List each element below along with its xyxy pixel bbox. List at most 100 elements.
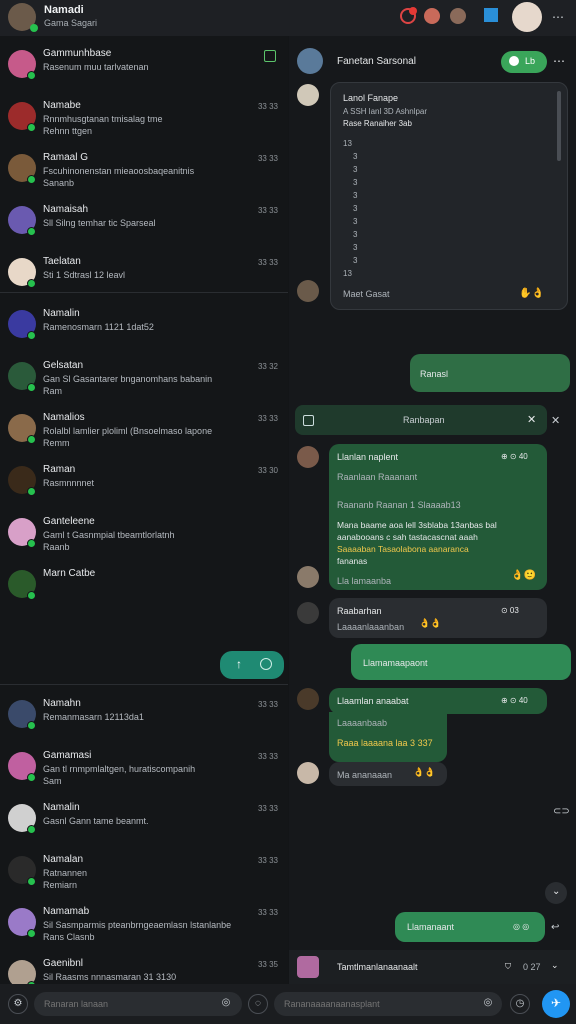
message-preview: Gasnl Gann tame beanmt. — [43, 816, 149, 826]
scroll-down-button[interactable]: ⌄ — [545, 882, 567, 904]
message-footer: Ma ananaaan — [337, 770, 393, 780]
chat-list-item[interactable]: Namabe Rnnmhusgtanan tmisalag tme Rehnn tt… — [0, 94, 288, 142]
contact-name: Gaenibnl — [43, 958, 84, 969]
chat-list-item[interactable]: Namalin Gasnl Gann tame beanmt. 33 33 — [0, 796, 288, 844]
timestamp: 33 33 — [257, 206, 278, 215]
message-title: Llaamlan anaabat — [337, 696, 409, 706]
timestamp: 33 33 — [257, 752, 278, 761]
message-preview: Rasenum muu tarlvatenan — [43, 62, 149, 72]
sender-avatar — [297, 602, 319, 624]
message-preview: Remiarn — [43, 880, 78, 890]
contact-name: Namamab — [43, 906, 90, 917]
message-preview: Remanmasarn 12113da1 — [43, 712, 144, 722]
incoming-message[interactable]: Ma ananaaan 👌👌 — [329, 762, 447, 786]
timestamp: 33 33 — [257, 258, 278, 267]
avatar[interactable] — [424, 8, 440, 24]
collapse-icon[interactable]: ✕ — [551, 414, 560, 427]
sender-avatar — [297, 84, 319, 106]
online-indicator — [27, 539, 36, 548]
message-preview: Rasmnnnnet — [43, 478, 95, 488]
close-icon[interactable]: ✕ — [527, 413, 536, 426]
chat-list-item[interactable]: Marn Catbe — [0, 562, 288, 610]
chat-list-item[interactable]: Namalin Ramenosmarn 1121 1dat52 — [0, 302, 288, 350]
filter-icon[interactable]: ◎ — [216, 994, 236, 1014]
divider — [0, 292, 288, 293]
chat-panel: Fanetan Sarsonal Lb ⋯ Lanol Fanape A SSH… — [289, 36, 576, 984]
outgoing-message[interactable]: Llamamaapaont — [351, 644, 571, 680]
message-text: aanabooans c sah tastacascnat aaah — [337, 532, 478, 542]
line-number: 13 — [343, 269, 352, 278]
chat-list-item[interactable]: Namamab Sil Sasmparmis pteanbrngeaemlasn … — [0, 900, 288, 948]
app-title: Namadi — [44, 4, 84, 16]
chat-list-item[interactable]: Ganteleene Gaml t Gasnmpial tbeamtlorlatn… — [0, 510, 288, 558]
chat-list-item[interactable]: Namalan Ratnannen Remiarn 33 33 — [0, 848, 288, 896]
timestamp: 33 35 — [257, 960, 278, 969]
chat-list-item[interactable]: Gammunhbase Rasenum muu tarlvatenan — [0, 42, 288, 90]
search-input[interactable] — [34, 992, 242, 1016]
online-indicator — [27, 383, 36, 392]
reaction-icon[interactable]: ✋👌 — [519, 288, 544, 299]
line-number: 3 — [353, 152, 358, 161]
compose-icon[interactable] — [484, 8, 498, 22]
message-text: Raaa laaaana laa 3 337 — [337, 738, 433, 748]
reaction-icon[interactable]: 👌🙂 — [511, 570, 536, 581]
more-options-icon[interactable]: ⋯ — [553, 54, 565, 68]
send-button[interactable]: ✈ — [542, 990, 570, 1018]
code-line: Rase Ranaiher 3ab — [343, 119, 412, 128]
attach-icon[interactable]: ◎ — [478, 994, 498, 1014]
contact-name: Taelatan — [43, 256, 81, 267]
chat-list-item[interactable]: Gamamasi Gan tl rnmpmlaltgen, huratiscomp… — [0, 744, 288, 792]
phone-icon — [509, 56, 519, 66]
online-indicator — [27, 279, 36, 288]
chevron-down-icon[interactable]: ⌄ — [551, 960, 559, 971]
contact-name: Ramaal G — [43, 152, 89, 163]
message-preview: Sam — [43, 776, 62, 786]
chat-list-item[interactable]: Ramaal G Fscuhinonenstan mieaoosbaqeanitn… — [0, 146, 288, 194]
outgoing-message[interactable]: Llamanaant ◎ ◎ — [395, 912, 545, 942]
incoming-message-card[interactable]: Llanlan naplent ⊕ ⊙ 40 Raanlaan Raaanant… — [329, 444, 547, 590]
message-title: Raabarhan — [337, 606, 382, 616]
chat-list-item[interactable]: Gelsatan Gan Sl Gasantarer bnganomhans ba… — [0, 354, 288, 402]
contact-name: Namalin — [43, 802, 80, 813]
clock-icon[interactable]: ◷ — [510, 994, 530, 1014]
reply-preview-bar[interactable]: Ranbapan ✕ — [295, 405, 547, 435]
timestamp: 33 30 — [257, 466, 278, 475]
contact-avatar[interactable] — [297, 48, 323, 74]
code-line: A SSH lanl 3D Ashnlpar — [343, 107, 428, 116]
chat-list-item[interactable]: Namalios Rolalbl lamlier ploliml (Bnsoelm… — [0, 406, 288, 454]
code-message-card[interactable]: Lanol Fanape A SSH lanl 3D Ashnlpar Rase… — [330, 82, 568, 310]
timestamp: 33 33 — [257, 102, 278, 111]
emoji-icon[interactable]: ◌ — [248, 994, 268, 1014]
app-subtitle: Gama Sagari — [44, 18, 98, 28]
message-preview: Sil Sasmparmis pteanbrngeaemlasn lstanla… — [43, 920, 232, 930]
incoming-message-card[interactable]: Laaaanbaab Raaa laaaana laa 3 337 — [329, 712, 447, 762]
incoming-message[interactable]: Raabarhan Laaaanlaaanban ⊙ 03 👌👌 — [329, 598, 547, 638]
link-icon[interactable]: ⊂⊃ — [553, 806, 570, 817]
message-preview: Sananb — [43, 178, 75, 188]
reply-icon[interactable]: ↩ — [551, 922, 559, 933]
top-bar: Namadi Gama Sagari ⋯ — [0, 0, 576, 36]
attachment-thumbnail[interactable] — [297, 956, 319, 978]
timestamp: 33 33 — [257, 856, 278, 865]
home-icon — [303, 415, 314, 426]
settings-icon[interactable]: ⚙ — [8, 994, 28, 1014]
sender-avatar — [297, 762, 319, 784]
more-menu-icon[interactable]: ⋯ — [552, 10, 564, 24]
chat-list-item[interactable]: Namahn Remanmasarn 12113da1 33 33 — [0, 692, 288, 740]
online-indicator — [27, 487, 36, 496]
compose-fab[interactable]: ↑ — [220, 651, 284, 679]
avatar[interactable] — [450, 8, 466, 24]
message-input[interactable] — [274, 992, 502, 1016]
incoming-message-card[interactable]: Llaamlan anaabat ⊕ ⊙ 40 — [329, 688, 547, 714]
online-indicator — [27, 71, 36, 80]
call-label: Lb — [525, 56, 536, 66]
outgoing-message[interactable]: Ranasl — [410, 354, 570, 392]
chat-list-item[interactable]: Taelatan Sti 1 Sdtrasl 12 leavl 33 33 — [0, 250, 288, 298]
chat-list-item[interactable]: Raman Rasmnnnnet 33 30 — [0, 458, 288, 506]
chat-list-item[interactable]: Namaisah Sll Silng temhar tic Sparseal 33 … — [0, 198, 288, 246]
call-button[interactable]: Lb — [501, 51, 547, 73]
chat-title: Fanetan Sarsonal — [337, 56, 416, 67]
profile-avatar[interactable] — [512, 2, 542, 32]
scrollbar[interactable] — [557, 91, 561, 161]
bottom-bar: ⚙ ◎ ◌ ◎ ◷ ✈ — [0, 984, 576, 1024]
